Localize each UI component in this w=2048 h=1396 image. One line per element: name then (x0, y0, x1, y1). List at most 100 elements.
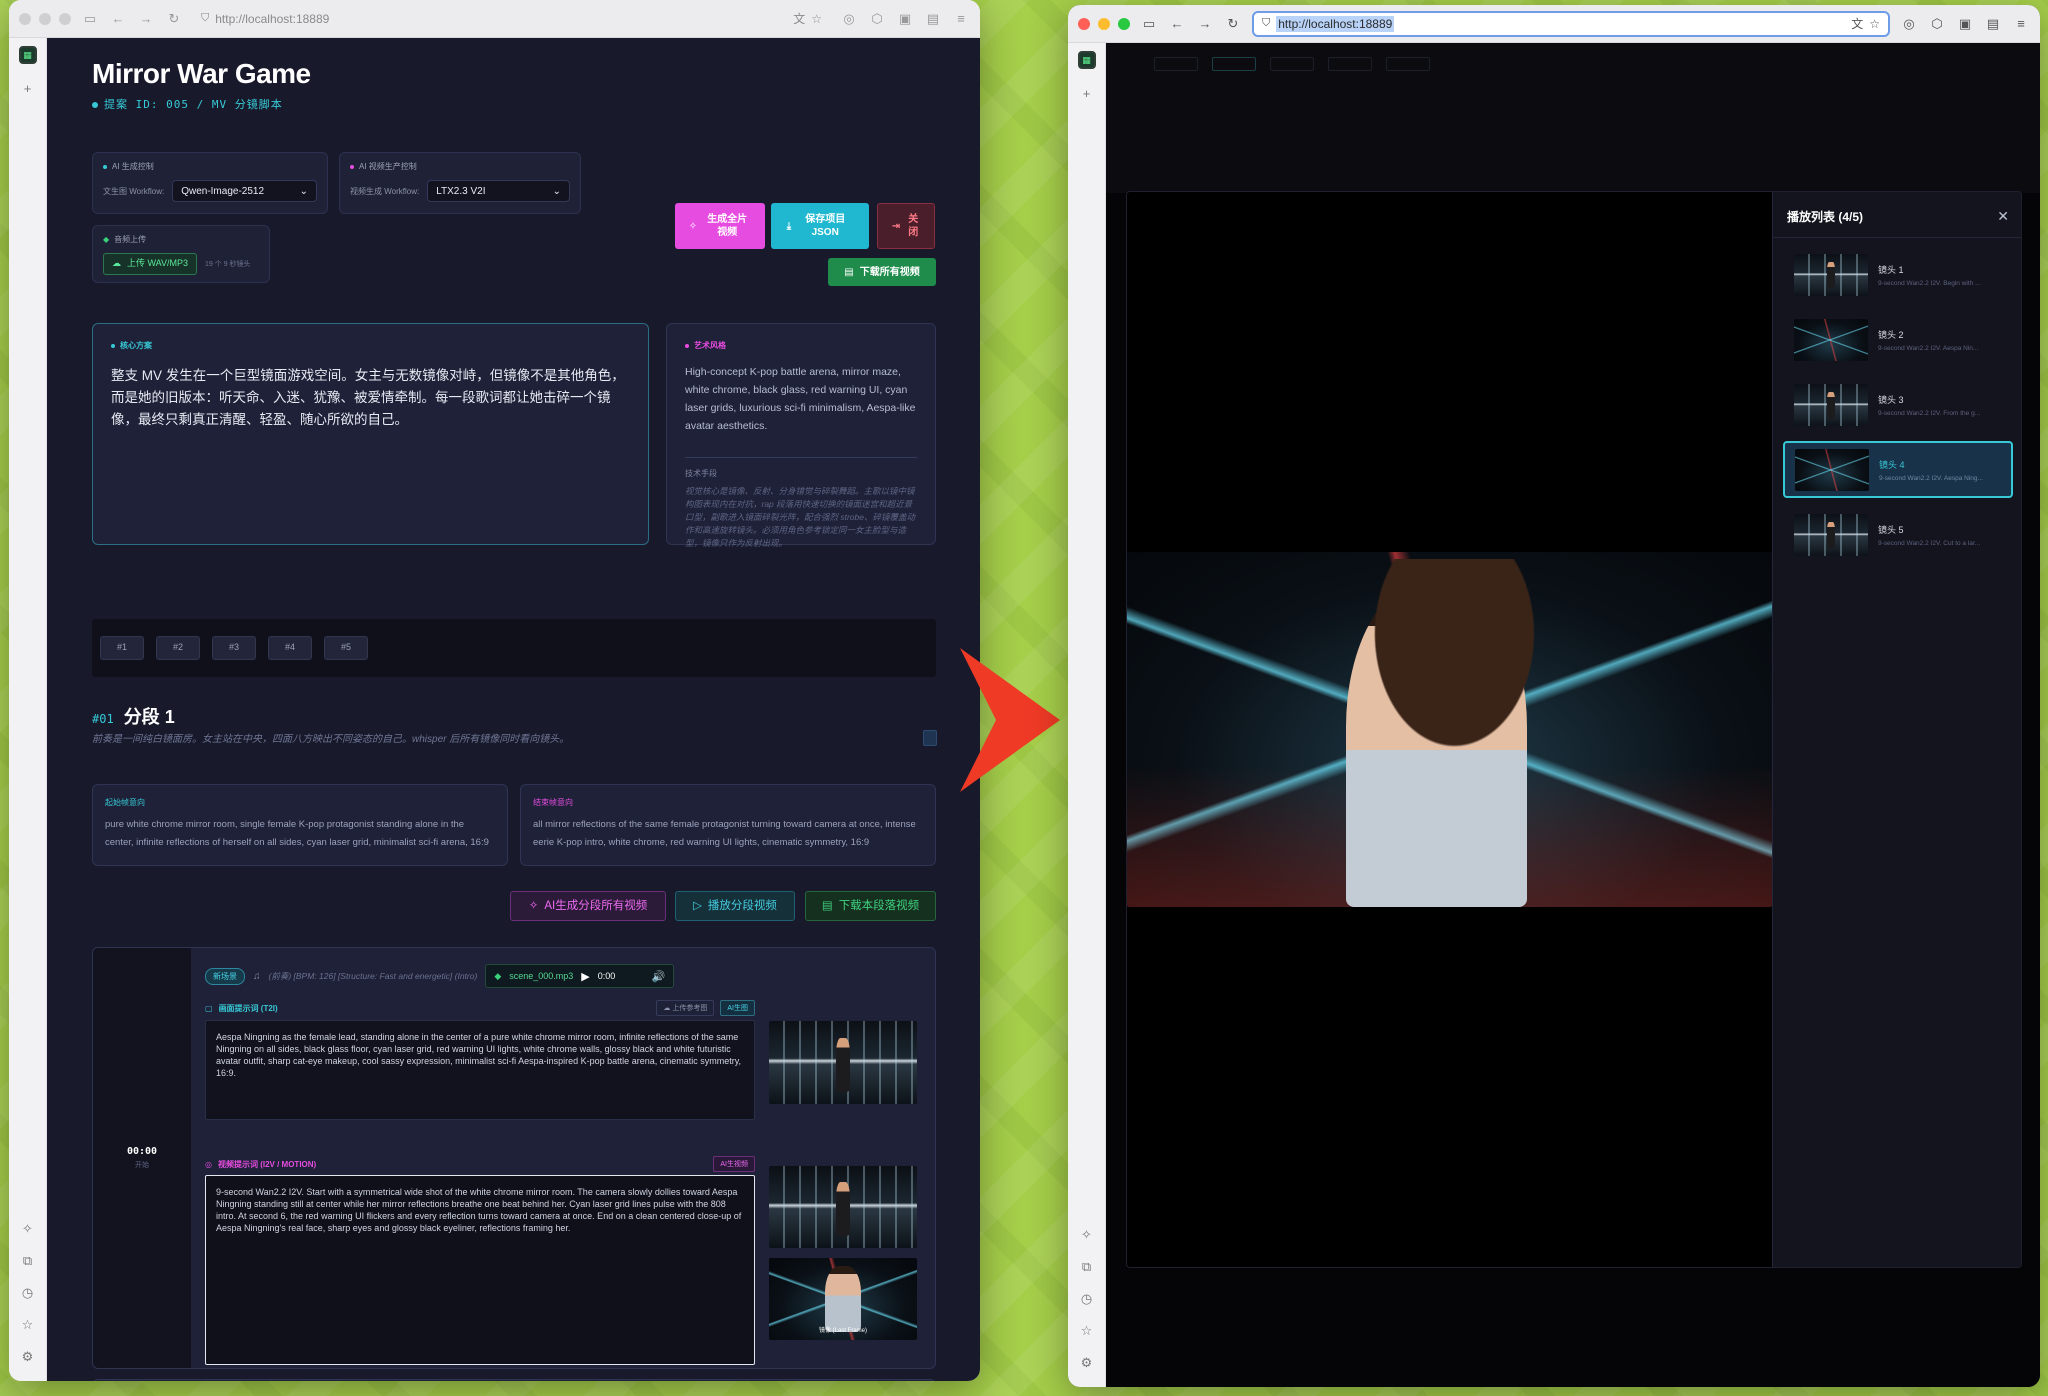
image-icon: ▢ (205, 1003, 213, 1013)
playlist-item-4-active[interactable]: 镜头 4 9-second Wan2.2 I2V. Aespa Ning... (1783, 441, 2013, 498)
segment-number: #01 (92, 712, 114, 726)
bookmarks-icon[interactable]: ☆ (18, 1315, 38, 1335)
video-workflow-select[interactable]: LTX2.3 V2I ⌄ (427, 180, 570, 202)
account-icon[interactable]: ◎ (1900, 16, 1918, 32)
playlist-item-desc: 9-second Wan2.2 I2V. From the g... (1878, 409, 1981, 417)
download-all-videos-button[interactable]: ▤ 下载所有视频 (828, 258, 936, 286)
t2i-result-thumbnail[interactable] (769, 1021, 917, 1104)
i2v-last-frame-thumbnail[interactable]: 镜像 (Last Frame) (769, 1258, 917, 1340)
download-icon: ⤓ (786, 220, 792, 232)
save-project-button[interactable]: ⤓ 保存项目 JSON (771, 203, 869, 249)
upload-audio-button[interactable]: ☁ 上传 WAV/MP3 (103, 253, 198, 275)
play-segment-button[interactable]: ▷ 播放分段视频 (675, 891, 795, 921)
audio-play-button[interactable]: ▶ (581, 970, 589, 983)
address-bar[interactable]: ⛉ http://localhost:18889 文 ☆ (193, 6, 830, 32)
i2v-first-frame-thumbnail[interactable] (769, 1166, 917, 1248)
segment-tab-4[interactable]: #4 (268, 636, 312, 660)
reload-icon[interactable]: ↻ (1224, 16, 1242, 32)
settings-icon[interactable]: ⚙ (18, 1347, 38, 1367)
audio-hint: 19 个 9 秒镜头 (205, 261, 251, 268)
browser-window-right: ▭ ← → ↻ ⛉ http://localhost:18889 文 ☆ ◎ ⬡… (1068, 5, 2040, 1387)
container-icon[interactable]: ▣ (1956, 16, 1974, 32)
translate-icon[interactable]: 文 (1851, 15, 1863, 32)
back-icon[interactable]: ← (1168, 16, 1186, 31)
generate-full-video-button[interactable]: ✧ 生成全片视频 (675, 203, 765, 249)
playlist-thumbnail (1794, 383, 1868, 426)
playlist-item-desc: 9-second Wan2.2 I2V. Begin with ... (1878, 279, 1981, 287)
new-tab-icon[interactable]: + (1077, 83, 1097, 103)
minimize-window-button[interactable] (1098, 17, 1110, 30)
ai-generate-image-button[interactable]: AI生图 (720, 1000, 755, 1016)
video-frame[interactable] (1127, 552, 1772, 907)
synced-tabs-icon[interactable]: ⧉ (18, 1251, 38, 1271)
segment-tab-3[interactable]: #3 (212, 636, 256, 660)
back-icon[interactable]: ← (109, 11, 127, 26)
close-icon[interactable]: ✕ (1997, 208, 2009, 225)
account-icon[interactable]: ◎ (840, 11, 858, 27)
segment-description: 前奏是一间纯白镜面房。女主站在中央，四面八方映出不同姿态的自己。whisper … (92, 734, 570, 745)
history-icon[interactable]: ◷ (18, 1283, 38, 1303)
storyboard-app: Mirror War Game 提案 ID: 005 / MV 分镜脚本 AI … (47, 38, 980, 1381)
extensions-icon[interactable]: ⬡ (868, 11, 886, 27)
playlist-item-2[interactable]: 镜头 2 9-second Wan2.2 I2V. Aespa Nin... (1783, 311, 2013, 368)
segment-tab-5[interactable]: #5 (324, 636, 368, 660)
forward-icon[interactable]: → (1196, 16, 1214, 31)
close-project-button[interactable]: ⇥ 关闭 (877, 203, 935, 249)
translate-icon[interactable]: 文 (793, 10, 805, 27)
chevron-down-icon: ⌄ (299, 185, 308, 197)
t2i-workflow-select[interactable]: Qwen-Image-2512 ⌄ (172, 180, 317, 202)
bookmarks-icon[interactable]: ☆ (1077, 1321, 1097, 1341)
new-tab-icon[interactable]: + (18, 78, 38, 98)
bookmark-star-icon[interactable]: ☆ (1869, 17, 1880, 31)
audio-upload-panel: ◆ 音频上传 ☁ 上传 WAV/MP3 19 个 9 秒镜头 (92, 225, 270, 283)
ai-sparkle-icon[interactable]: ✧ (18, 1219, 38, 1239)
playlist-items: 镜头 1 9-second Wan2.2 I2V. Begin with ... … (1773, 238, 2021, 571)
segment-checkbox[interactable] (923, 730, 937, 746)
tech-text: 视觉核心是镜像、反射、分身错觉与碎裂舞蹈。主歌以镜中镜构图表现内在对抗，rap … (685, 486, 915, 548)
reload-icon[interactable]: ↻ (165, 11, 183, 27)
menu-icon[interactable]: ≡ (2012, 16, 2030, 31)
forward-icon[interactable]: → (137, 11, 155, 26)
sidebar-toggle-icon[interactable]: ▭ (1140, 16, 1158, 32)
sidebar-icon[interactable]: ▤ (1984, 16, 2002, 32)
volume-icon[interactable]: 🔊 (652, 970, 666, 983)
video-stage[interactable] (1127, 192, 1772, 1267)
sidebar-icon[interactable]: ▤ (924, 11, 942, 27)
settings-icon[interactable]: ⚙ (1077, 1353, 1097, 1373)
synced-tabs-icon[interactable]: ⧉ (1077, 1257, 1097, 1277)
ai-generate-video-button[interactable]: AI生视频 (713, 1156, 755, 1172)
extensions-icon[interactable]: ⬡ (1928, 16, 1946, 32)
address-bar[interactable]: ⛉ http://localhost:18889 文 ☆ (1252, 10, 1890, 37)
sidebar-toggle-icon[interactable]: ▭ (81, 11, 99, 27)
close-window-button[interactable] (1078, 17, 1090, 30)
minimize-window-button[interactable] (39, 12, 51, 25)
browser-side-rail: ▦ + ✧ ⧉ ◷ ☆ ⚙ (1068, 43, 1106, 1387)
playlist-thumbnail (1795, 448, 1869, 491)
zoom-window-button[interactable] (1118, 17, 1130, 30)
project-subtitle: 提案 ID: 005 / MV 分镜脚本 (92, 96, 935, 112)
start-frame-card: 起始帧意向 pure white chrome mirror room, sin… (92, 784, 508, 866)
bookmark-star-icon[interactable]: ☆ (811, 12, 822, 26)
ai-generate-segment-button[interactable]: ✧ AI生成分段所有视频 (510, 891, 666, 921)
segment-tab-2[interactable]: #2 (156, 636, 200, 660)
app-tab-icon[interactable]: ▦ (1077, 51, 1096, 69)
ai-sparkle-icon[interactable]: ✧ (1077, 1225, 1097, 1245)
playlist-item-5[interactable]: 镜头 5 9-second Wan2.2 I2V. Cut to a lar... (1783, 506, 2013, 563)
concept-text: 整支 MV 发生在一个巨型镜面游戏空间。女主与无数镜像对峙，但镜像不是其他角色，… (111, 368, 625, 427)
segment-tab-1[interactable]: #1 (100, 636, 144, 660)
close-window-button[interactable] (19, 12, 31, 25)
tech-label: 技术手段 (685, 469, 717, 478)
menu-icon[interactable]: ≡ (952, 11, 970, 26)
t2i-prompt-field[interactable]: Aespa Ningning as the female lead, stand… (205, 1020, 755, 1120)
i2v-prompt-field[interactable]: 9-second Wan2.2 I2V. Start with a symmet… (205, 1175, 755, 1365)
container-icon[interactable]: ▣ (896, 11, 914, 27)
playlist-item-1[interactable]: 镜头 1 9-second Wan2.2 I2V. Begin with ... (1783, 246, 2013, 303)
upload-reference-button[interactable]: ☁ 上传参考图 (656, 1000, 715, 1016)
playlist-item-3[interactable]: 镜头 3 9-second Wan2.2 I2V. From the g... (1783, 376, 2013, 433)
end-frame-card: 结束帧意向 all mirror reflections of the same… (520, 784, 936, 866)
app-tab-icon[interactable]: ▦ (18, 46, 37, 64)
history-icon[interactable]: ◷ (1077, 1289, 1097, 1309)
zoom-window-button[interactable] (59, 12, 71, 25)
download-segment-button[interactable]: ▤ 下载本段落视频 (805, 891, 936, 921)
file-icon: ▤ (821, 899, 833, 912)
